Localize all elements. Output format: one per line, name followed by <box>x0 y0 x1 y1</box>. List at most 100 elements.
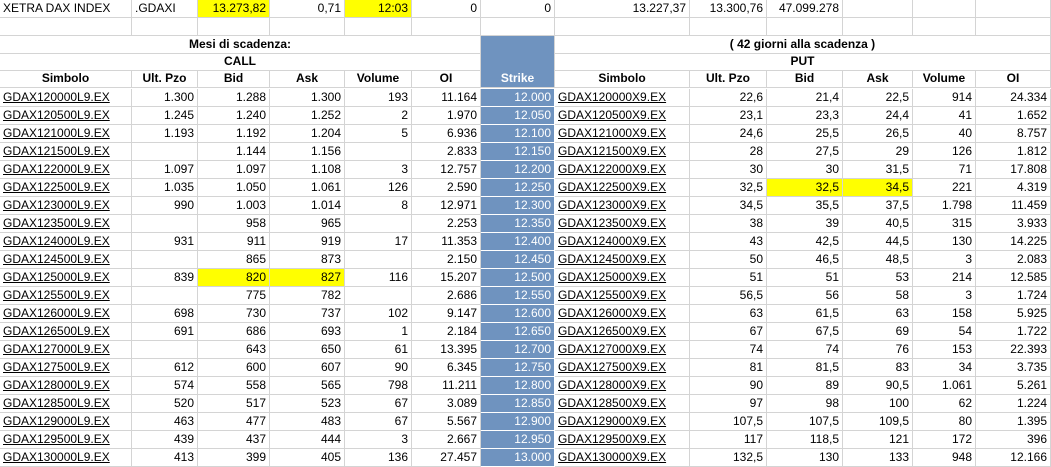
call-bid[interactable]: 1.003 <box>198 197 270 215</box>
strike-price[interactable]: 12.400 <box>481 233 555 251</box>
put-bid[interactable]: 74 <box>767 341 843 359</box>
put-ask[interactable]: 53 <box>843 269 913 287</box>
call-volume[interactable]: 61 <box>345 341 412 359</box>
put-last-price[interactable]: 22,6 <box>690 89 767 107</box>
call-bid[interactable]: 1.192 <box>198 125 270 143</box>
call-bid[interactable]: 958 <box>198 215 270 233</box>
put-symbol-link[interactable]: GDAX125000X9.EX <box>555 269 690 287</box>
index-time[interactable]: 12:03 <box>345 0 412 18</box>
call-volume[interactable]: 8 <box>345 197 412 215</box>
call-bid[interactable]: 558 <box>198 377 270 395</box>
call-bid[interactable]: 437 <box>198 431 270 449</box>
strike-price[interactable]: 12.000 <box>481 89 555 107</box>
call-volume[interactable]: 67 <box>345 413 412 431</box>
call-symbol-link[interactable]: GDAX121500L9.EX <box>0 143 132 161</box>
call-symbol-link[interactable]: GDAX126000L9.EX <box>0 305 132 323</box>
call-last-price[interactable]: 463 <box>132 413 198 431</box>
put-bid[interactable]: 130 <box>767 449 843 467</box>
call-last-price[interactable]: 439 <box>132 431 198 449</box>
call-ask[interactable]: 1.252 <box>270 107 345 125</box>
call-ask[interactable]: 405 <box>270 449 345 467</box>
put-ask[interactable]: 34,5 <box>843 179 913 197</box>
put-last-price[interactable]: 51 <box>690 269 767 287</box>
put-volume[interactable]: 3 <box>913 287 976 305</box>
call-volume[interactable]: 798 <box>345 377 412 395</box>
put-bid[interactable]: 98 <box>767 395 843 413</box>
put-last-price[interactable]: 81 <box>690 359 767 377</box>
call-last-price[interactable]: 1.245 <box>132 107 198 125</box>
put-ask[interactable]: 37,5 <box>843 197 913 215</box>
strike-price[interactable]: 12.500 <box>481 269 555 287</box>
put-oi[interactable]: 11.459 <box>976 197 1051 215</box>
put-last-price[interactable]: 107,5 <box>690 413 767 431</box>
call-last-price[interactable] <box>132 215 198 233</box>
call-bid[interactable]: 1.097 <box>198 161 270 179</box>
call-symbol-link[interactable]: GDAX125000L9.EX <box>0 269 132 287</box>
put-bid[interactable]: 27,5 <box>767 143 843 161</box>
put-ask[interactable]: 31,5 <box>843 161 913 179</box>
put-oi[interactable]: 12.585 <box>976 269 1051 287</box>
put-bid[interactable]: 81,5 <box>767 359 843 377</box>
index-volume[interactable]: 47.099.278 <box>767 0 843 18</box>
put-bid[interactable]: 23,3 <box>767 107 843 125</box>
index-last[interactable]: 13.273,82 <box>198 0 270 18</box>
empty-cell[interactable] <box>843 18 913 36</box>
put-symbol-link[interactable]: GDAX129000X9.EX <box>555 413 690 431</box>
call-ask[interactable]: 737 <box>270 305 345 323</box>
call-volume[interactable]: 67 <box>345 395 412 413</box>
call-last-price[interactable]: 1.035 <box>132 179 198 197</box>
empty-cell[interactable] <box>976 18 1051 36</box>
put-volume[interactable]: 914 <box>913 89 976 107</box>
put-ask[interactable]: 26,5 <box>843 125 913 143</box>
put-volume[interactable]: 1.798 <box>913 197 976 215</box>
strike-price[interactable]: 12.850 <box>481 395 555 413</box>
put-oi[interactable]: 24.334 <box>976 89 1051 107</box>
put-oi[interactable]: 2.083 <box>976 251 1051 269</box>
put-bid[interactable]: 39 <box>767 215 843 233</box>
call-volume[interactable] <box>345 143 412 161</box>
index-ticker[interactable]: .GDAXI <box>132 0 198 18</box>
put-oi[interactable]: 3.933 <box>976 215 1051 233</box>
strike-price[interactable]: 12.100 <box>481 125 555 143</box>
call-oi[interactable]: 6.345 <box>412 359 481 377</box>
call-volume[interactable]: 116 <box>345 269 412 287</box>
put-symbol-link[interactable]: GDAX125500X9.EX <box>555 287 690 305</box>
call-last-price[interactable]: 1.300 <box>132 89 198 107</box>
put-symbol-link[interactable]: GDAX120000X9.EX <box>555 89 690 107</box>
put-oi[interactable]: 4.319 <box>976 179 1051 197</box>
put-last-price[interactable]: 43 <box>690 233 767 251</box>
empty-cell[interactable] <box>767 18 843 36</box>
put-ask[interactable]: 24,4 <box>843 107 913 125</box>
put-bid[interactable]: 21,4 <box>767 89 843 107</box>
put-last-price[interactable]: 34,5 <box>690 197 767 215</box>
empty-cell[interactable] <box>0 18 132 36</box>
strike-price[interactable]: 12.550 <box>481 287 555 305</box>
call-ask[interactable]: 827 <box>270 269 345 287</box>
call-symbol-link[interactable]: GDAX127000L9.EX <box>0 341 132 359</box>
put-bid[interactable]: 107,5 <box>767 413 843 431</box>
call-bid[interactable]: 1.050 <box>198 179 270 197</box>
put-volume[interactable]: 158 <box>913 305 976 323</box>
call-oi[interactable]: 2.184 <box>412 323 481 341</box>
index-low[interactable]: 13.227,37 <box>555 0 690 18</box>
call-symbol-link[interactable]: GDAX125500L9.EX <box>0 287 132 305</box>
call-oi[interactable]: 12.971 <box>412 197 481 215</box>
put-symbol-link[interactable]: GDAX122000X9.EX <box>555 161 690 179</box>
put-ask[interactable]: 58 <box>843 287 913 305</box>
put-ask[interactable]: 100 <box>843 395 913 413</box>
call-volume[interactable]: 102 <box>345 305 412 323</box>
strike-price[interactable]: 12.450 <box>481 251 555 269</box>
put-volume[interactable]: 3 <box>913 251 976 269</box>
call-bid[interactable]: 820 <box>198 269 270 287</box>
put-volume[interactable]: 71 <box>913 161 976 179</box>
put-last-price[interactable]: 30 <box>690 161 767 179</box>
call-oi[interactable]: 15.207 <box>412 269 481 287</box>
put-ask[interactable]: 69 <box>843 323 913 341</box>
call-bid[interactable]: 686 <box>198 323 270 341</box>
call-last-price[interactable]: 520 <box>132 395 198 413</box>
call-last-price[interactable]: 691 <box>132 323 198 341</box>
call-volume[interactable]: 193 <box>345 89 412 107</box>
put-symbol-link[interactable]: GDAX129500X9.EX <box>555 431 690 449</box>
call-last-price[interactable]: 839 <box>132 269 198 287</box>
put-last-price[interactable]: 32,5 <box>690 179 767 197</box>
